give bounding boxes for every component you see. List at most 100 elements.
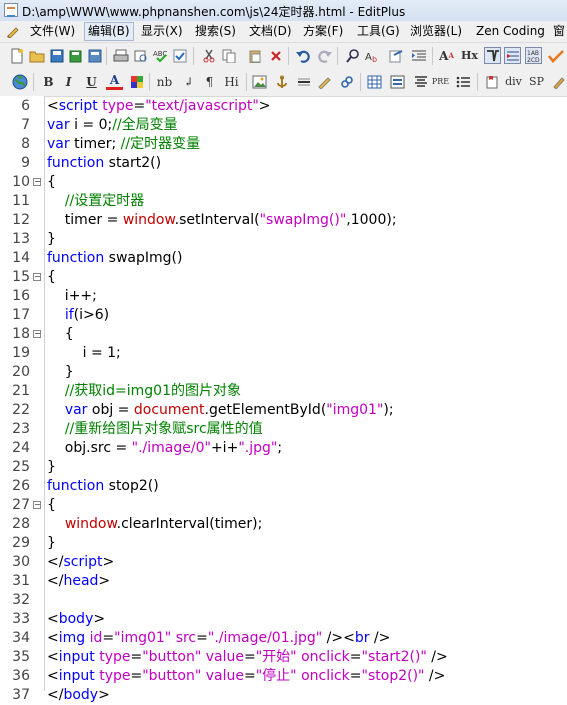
code-line[interactable]: 22 var obj = document.getElementById("im… xyxy=(0,401,567,420)
code-line[interactable]: 31 </head> xyxy=(0,572,567,591)
save-all-icon[interactable] xyxy=(66,47,83,64)
code-editor[interactable]: 6 <script type="text/javascript"> 7 var i =… xyxy=(0,96,567,703)
menu-view[interactable]: 显示(X) xyxy=(141,23,183,40)
code-line[interactable]: 34 <img id="img01" src="./image/01.jpg" /… xyxy=(0,629,567,648)
underline-button[interactable]: U xyxy=(83,73,100,90)
code-line[interactable]: 19 i = 1; xyxy=(0,344,567,363)
pre-button[interactable]: PRE xyxy=(432,73,449,90)
hx-icon[interactable]: Hx xyxy=(461,47,478,64)
copy-icon[interactable] xyxy=(220,47,237,64)
code-line[interactable]: 37 </body> xyxy=(0,686,567,705)
menu-window[interactable]: 窗 xyxy=(553,23,565,40)
check-mark-icon[interactable] xyxy=(172,47,189,64)
fold-toggle-icon[interactable]: − xyxy=(33,273,41,281)
image-icon[interactable] xyxy=(251,73,268,90)
code-line[interactable]: 21 //获取id=img01的图片对象 xyxy=(0,382,567,401)
menu-browser[interactable]: 浏览器(L) xyxy=(410,23,462,40)
browser-globe-icon[interactable] xyxy=(11,73,28,90)
code-line[interactable]: 32 xyxy=(0,591,567,610)
menu-search[interactable]: 搜索(S) xyxy=(195,23,236,40)
code-line[interactable]: 33 <body> xyxy=(0,610,567,629)
menu-project[interactable]: 方案(F) xyxy=(303,23,343,40)
code-line[interactable]: 29} xyxy=(0,534,567,553)
code-line[interactable]: 24 obj.src = "./image/0"+i+".jpg"; xyxy=(0,439,567,458)
indent-icon[interactable] xyxy=(410,47,427,64)
menu-tools[interactable]: 工具(G) xyxy=(357,23,400,40)
save-icon[interactable] xyxy=(48,47,65,64)
code-line[interactable]: 17 if(i>6) xyxy=(0,306,567,325)
code-line[interactable]: 10−{ xyxy=(0,173,567,192)
code-line[interactable]: 8 var timer; //定时器变量 xyxy=(0,135,567,154)
code-line[interactable]: 25} xyxy=(0,458,567,477)
code-line[interactable]: 18− { xyxy=(0,325,567,344)
code-line[interactable]: 28 window.clearInterval(timer); xyxy=(0,515,567,534)
heading-button[interactable]: Hi xyxy=(223,73,240,90)
line-break-button[interactable]: ↲ xyxy=(180,73,197,90)
menu-file[interactable]: 文件(W) xyxy=(30,23,75,40)
line-number-icon[interactable] xyxy=(504,47,521,64)
menu-zen-coding[interactable]: Zen Coding xyxy=(476,23,545,40)
link-icon[interactable] xyxy=(338,73,355,90)
code-line[interactable]: 15−{ xyxy=(0,268,567,287)
code-line[interactable]: 23 //重新给图片对象赋src属性的值 xyxy=(0,420,567,439)
fold-toggle-icon[interactable]: − xyxy=(33,178,41,186)
code-token: > xyxy=(93,611,106,627)
span-button[interactable]: SP xyxy=(528,73,545,90)
check-icon[interactable] xyxy=(547,47,564,64)
code-line[interactable]: 36 <input type="button" value="停止" onclic… xyxy=(0,667,567,686)
word-wrap-icon[interactable] xyxy=(484,47,501,64)
div-button[interactable]: div xyxy=(505,73,522,90)
paste-icon[interactable] xyxy=(246,47,263,64)
close-file-icon[interactable] xyxy=(86,47,103,64)
menu-document[interactable]: 文档(D) xyxy=(249,23,292,40)
table-icon[interactable] xyxy=(366,73,383,90)
bold-button[interactable]: B xyxy=(40,73,57,90)
insert-page-icon[interactable] xyxy=(483,73,500,90)
code-token: //获取id=img01的图片对象 xyxy=(64,383,241,399)
code-line[interactable]: 9 function start2() xyxy=(0,154,567,173)
print-icon[interactable] xyxy=(112,47,129,64)
horizontal-rule-icon[interactable] xyxy=(295,73,312,90)
italic-button[interactable]: I xyxy=(60,73,77,90)
find-in-files-icon[interactable] xyxy=(388,47,405,64)
menu-edit[interactable]: 编辑(B) xyxy=(84,22,134,41)
code-line[interactable]: 7 var i = 0;//全局变量 xyxy=(0,116,567,135)
code-line[interactable]: 16 i++; xyxy=(0,287,567,306)
code-line[interactable]: 11 //设置定时器 xyxy=(0,192,567,211)
open-folder-icon[interactable] xyxy=(28,47,45,64)
spellcheck-icon[interactable]: ABC xyxy=(152,47,169,64)
code-line[interactable]: 35 <input type="button" value="开始" onclic… xyxy=(0,648,567,667)
code-line[interactable]: 13} xyxy=(0,230,567,249)
paragraph-button[interactable]: ¶ xyxy=(201,73,218,90)
code-line[interactable]: 12 timer = window.setInterval("swapImg()… xyxy=(0,211,567,230)
list-icon[interactable] xyxy=(455,73,472,90)
new-file-icon[interactable] xyxy=(8,47,25,64)
font-color-button[interactable]: A xyxy=(106,73,123,90)
fold-toggle-icon[interactable]: − xyxy=(33,330,41,338)
find-icon[interactable] xyxy=(344,47,361,64)
color-palette-icon[interactable] xyxy=(128,73,145,90)
undo-icon[interactable] xyxy=(294,47,311,64)
form-icon[interactable] xyxy=(389,73,406,90)
code-line[interactable]: 27−{ xyxy=(0,496,567,515)
align-center-icon[interactable] xyxy=(412,73,429,90)
fold-toggle-icon[interactable]: − xyxy=(33,501,41,509)
ruler-icon[interactable]: 1AB 2CD xyxy=(525,47,542,64)
code-line[interactable]: 30 </script> xyxy=(0,553,567,572)
replace-icon[interactable]: Ab xyxy=(364,47,381,64)
font-size-icon[interactable]: AA xyxy=(438,47,455,64)
code-token: "开始" xyxy=(255,649,297,665)
code-line[interactable]: 14 function swapImg() xyxy=(0,249,567,268)
cut-icon[interactable] xyxy=(200,47,217,64)
code-line[interactable]: 26 function stop2() xyxy=(0,477,567,496)
delete-icon[interactable] xyxy=(267,47,284,64)
edit-pen-icon[interactable] xyxy=(316,73,333,90)
code-line[interactable]: 6 <script type="text/javascript"> xyxy=(0,97,567,116)
more-icon[interactable] xyxy=(550,73,567,90)
line-number: 10 xyxy=(12,174,30,190)
redo-icon[interactable] xyxy=(316,47,333,64)
print-preview-icon[interactable] xyxy=(132,47,149,64)
nbsp-button[interactable]: nb xyxy=(156,73,173,90)
anchor-icon[interactable] xyxy=(273,73,290,90)
code-line[interactable]: 20 } xyxy=(0,363,567,382)
